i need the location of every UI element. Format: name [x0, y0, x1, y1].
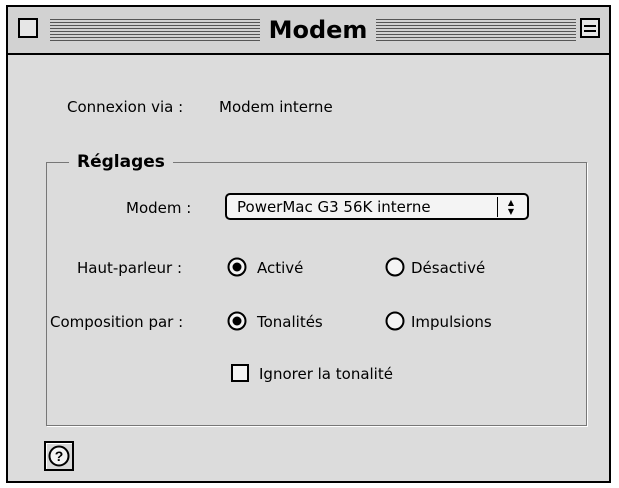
- dialing-pulse-label: Impulsions: [411, 313, 492, 331]
- close-box-icon[interactable]: [18, 18, 38, 38]
- modem-label: Modem :: [126, 199, 192, 217]
- title-bar-stripes-left: [50, 19, 260, 41]
- title-bar-stripes-right: [376, 19, 576, 41]
- speaker-label: Haut-parleur :: [77, 259, 183, 277]
- title-bar[interactable]: Modem: [8, 7, 609, 55]
- modem-select-value: PowerMac G3 56K interne: [237, 198, 431, 216]
- up-down-arrows-icon: ▲ ▼: [497, 197, 524, 217]
- radio-unselected-icon: [385, 257, 405, 277]
- modem-window: Modem Connexion via : Modem interne Régl…: [6, 5, 611, 483]
- help-button[interactable]: ?: [44, 441, 74, 471]
- dialing-tone-label: Tonalités: [257, 313, 323, 331]
- dialing-label: Composition par :: [50, 313, 184, 331]
- window-title: Modem: [262, 13, 374, 47]
- speaker-on-label: Activé: [257, 259, 304, 277]
- ignore-dial-tone-checkbox[interactable]: [231, 364, 249, 382]
- ignore-dial-tone-label: Ignorer la tonalité: [259, 365, 393, 383]
- radio-dialing-tone[interactable]: [227, 311, 247, 331]
- radio-dialing-pulse[interactable]: [385, 311, 405, 331]
- modem-select[interactable]: PowerMac G3 56K interne ▲ ▼: [225, 193, 529, 220]
- settings-group-label: Réglages: [69, 152, 173, 172]
- connection-label: Connexion via :: [67, 98, 184, 116]
- radio-unselected-icon: [385, 311, 405, 331]
- radio-speaker-off[interactable]: [385, 257, 405, 277]
- svg-text:?: ?: [55, 448, 64, 464]
- speaker-off-label: Désactivé: [411, 259, 486, 277]
- zoom-box-icon[interactable]: [580, 18, 600, 38]
- radio-selected-icon: [227, 257, 247, 277]
- radio-speaker-on[interactable]: [227, 257, 247, 277]
- radio-selected-icon: [227, 311, 247, 331]
- connection-value: Modem interne: [219, 98, 333, 116]
- question-mark-icon: ?: [48, 445, 70, 467]
- window-content: Connexion via : Modem interne Réglages M…: [8, 55, 609, 481]
